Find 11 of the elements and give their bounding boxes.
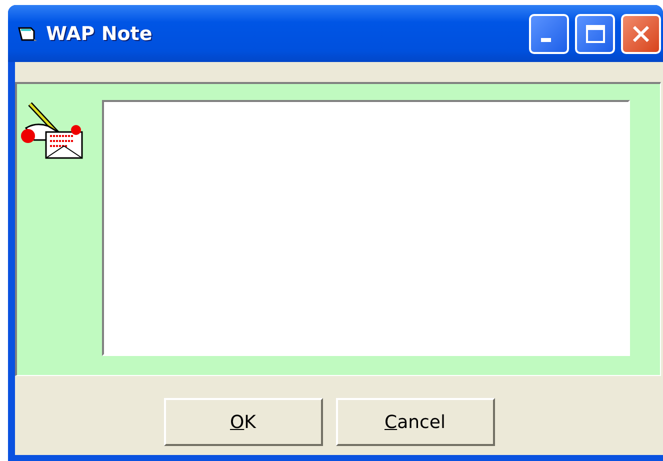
close-icon bbox=[633, 26, 649, 42]
minimize-button[interactable] bbox=[529, 14, 569, 54]
window-title: WAP Note bbox=[46, 22, 154, 44]
maximize-button[interactable] bbox=[575, 14, 615, 54]
window-icon bbox=[18, 26, 38, 42]
maximize-icon bbox=[586, 24, 604, 42]
ok-button[interactable]: OK bbox=[164, 398, 322, 446]
minimize-icon bbox=[541, 38, 551, 42]
cancel-button[interactable]: Cancel bbox=[336, 398, 494, 446]
hand-writing-letter-icon bbox=[20, 100, 86, 160]
close-button[interactable] bbox=[621, 14, 661, 54]
